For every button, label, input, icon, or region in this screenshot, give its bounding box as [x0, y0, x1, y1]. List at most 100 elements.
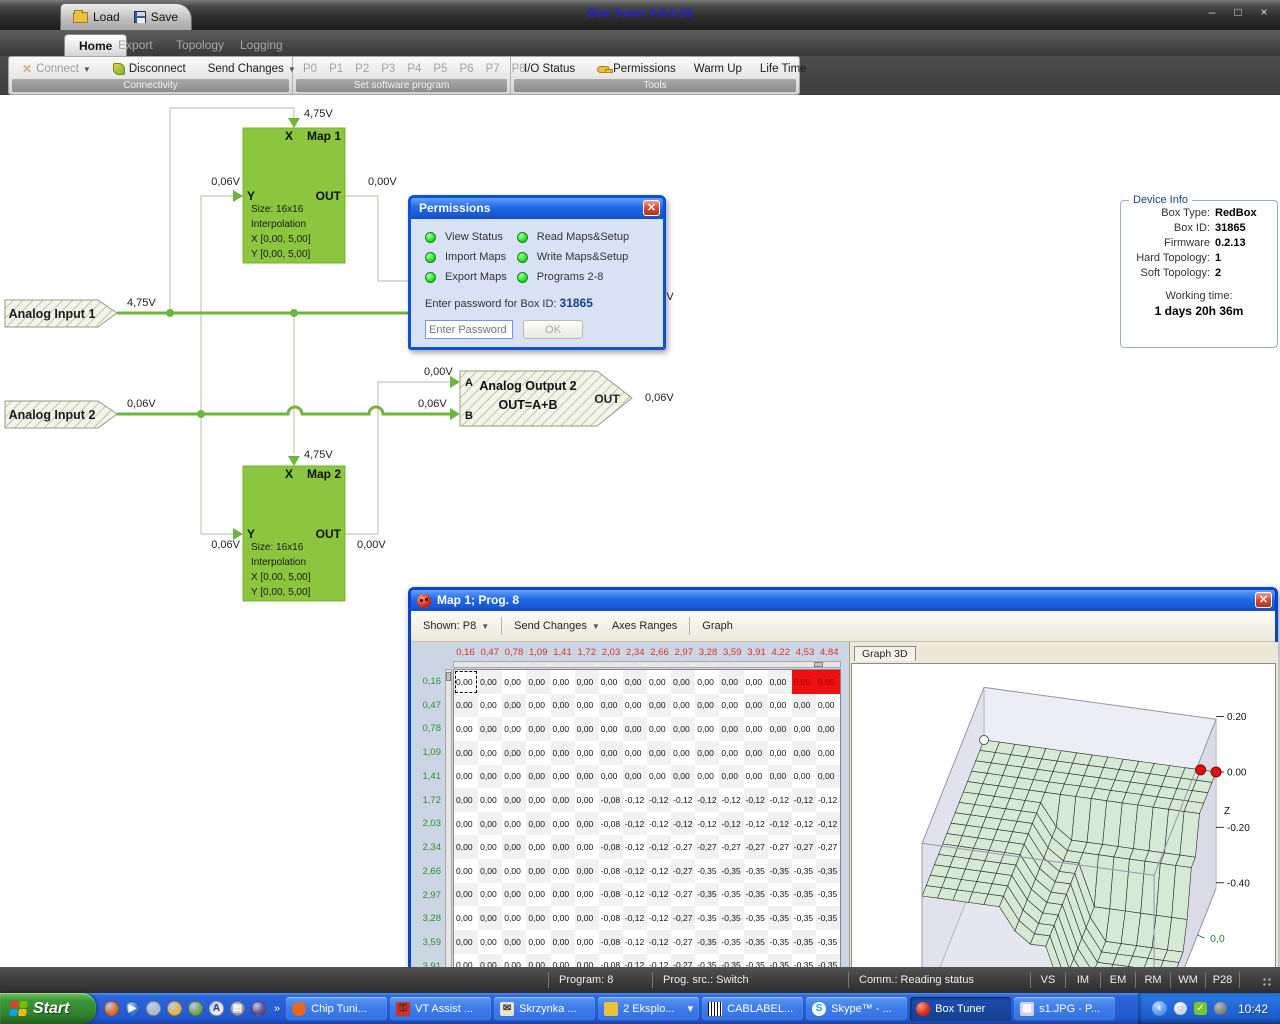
map-cell[interactable]: 0,00 [647, 694, 671, 718]
map-cell[interactable]: -0,12 [744, 788, 768, 812]
map-cell[interactable]: 0,00 [454, 694, 478, 718]
map-cell[interactable]: -0,12 [623, 883, 647, 907]
map-cell[interactable]: 0,00 [551, 812, 575, 836]
program-button-p6[interactable]: P6 [455, 61, 477, 77]
map-cell[interactable]: 0,00 [671, 670, 695, 694]
map-cell[interactable]: 0,00 [526, 812, 550, 836]
warm-up-button[interactable]: Warm Up [687, 61, 749, 77]
shown-program-dropdown[interactable]: Shown: P8▼ [423, 620, 489, 632]
map-cell[interactable]: 0,00 [671, 741, 695, 765]
map-cell[interactable]: -0,12 [816, 812, 840, 836]
map-cell[interactable]: -0,12 [647, 859, 671, 883]
map-cell[interactable]: -0,27 [816, 835, 840, 859]
map-cell[interactable]: 0,00 [599, 717, 623, 741]
map-cell[interactable]: -0,12 [695, 812, 719, 836]
map-cell[interactable]: 0,00 [575, 717, 599, 741]
io-status-button[interactable]: I/O Status [517, 61, 582, 77]
life-time-button[interactable]: Life Time [753, 61, 814, 77]
map-cell[interactable]: 0,00 [647, 741, 671, 765]
task-button-mail[interactable]: ✉Skrzynka ... [494, 997, 595, 1021]
task-button-paint[interactable]: ▦s1.JPG - P... [1014, 997, 1115, 1021]
map-cell[interactable]: 0,00 [744, 694, 768, 718]
map-cell[interactable]: 0,00 [695, 765, 719, 789]
map-cell[interactable]: 0,00 [719, 741, 743, 765]
map-cell[interactable]: -0,12 [744, 812, 768, 836]
map-cell[interactable]: -0,12 [623, 835, 647, 859]
map-cell[interactable]: 0,00 [647, 717, 671, 741]
map-cell[interactable]: -0,35 [695, 859, 719, 883]
map-cell[interactable]: -0,35 [816, 930, 840, 954]
map-cell[interactable]: -0,35 [768, 859, 792, 883]
permissions-dialog-title-bar[interactable]: Permissions ✕ [411, 198, 663, 219]
map-cell[interactable]: 0,00 [454, 741, 478, 765]
map-cell[interactable]: -0,35 [792, 930, 816, 954]
map-cell[interactable]: 0,00 [719, 694, 743, 718]
map-cell[interactable]: 0,00 [551, 741, 575, 765]
map-cell[interactable]: 0,00 [502, 883, 526, 907]
map-cell[interactable]: -0,35 [744, 930, 768, 954]
map-cell[interactable]: 0,00 [695, 670, 719, 694]
map-cell[interactable]: 0,00 [551, 788, 575, 812]
maximize-button[interactable]: □ [1230, 5, 1246, 19]
map-cell[interactable]: -0,27 [671, 835, 695, 859]
map-cell[interactable]: 0,00 [792, 765, 816, 789]
y-position-thumb[interactable] [446, 672, 451, 681]
map-cell[interactable]: -0,12 [768, 812, 792, 836]
map-cell[interactable]: -0,27 [719, 835, 743, 859]
map-cell[interactable]: -0,12 [647, 835, 671, 859]
map-cell[interactable]: -0,12 [768, 788, 792, 812]
map-cell[interactable]: 0,00 [478, 741, 502, 765]
selected-point-marker[interactable] [1196, 765, 1206, 775]
map-cell[interactable]: 0,00 [768, 717, 792, 741]
map-cell[interactable]: 0,00 [526, 835, 550, 859]
map-cell[interactable]: -0,35 [695, 906, 719, 930]
program-button-p7[interactable]: P7 [482, 61, 504, 77]
map-cell[interactable]: 0,00 [744, 741, 768, 765]
map-cell[interactable]: -0,35 [792, 906, 816, 930]
map-cell[interactable]: -0,27 [671, 906, 695, 930]
connect-button[interactable]: ✕ Connect▼ [15, 60, 98, 78]
map-cell[interactable]: 0,00 [478, 788, 502, 812]
map-cell[interactable]: 0,00 [551, 694, 575, 718]
map-cell[interactable]: 0,00 [526, 788, 550, 812]
map-cell[interactable]: -0,12 [719, 812, 743, 836]
disconnect-button[interactable]: Disconnect [106, 61, 193, 77]
axes-ranges-button[interactable]: Axes Ranges [612, 620, 677, 632]
map-cell[interactable]: 0,00 [744, 717, 768, 741]
map-cell[interactable]: 0,00 [478, 883, 502, 907]
map-cell[interactable]: 0,00 [478, 859, 502, 883]
media-player-icon[interactable]: ▶ [125, 1001, 140, 1016]
map-cell[interactable]: 0,00 [478, 906, 502, 930]
map-cell[interactable]: 0,00 [502, 930, 526, 954]
map-cell[interactable]: 0,00 [454, 859, 478, 883]
map-cell[interactable]: -0,12 [792, 812, 816, 836]
map-cell[interactable]: 0,00 [575, 670, 599, 694]
map-cell[interactable]: 0,00 [575, 859, 599, 883]
map-cell[interactable]: -0,27 [671, 883, 695, 907]
map-cell[interactable]: 0,00 [575, 812, 599, 836]
map-cell[interactable]: 0,00 [478, 835, 502, 859]
map-cell[interactable]: 0,00 [454, 906, 478, 930]
status-ok-icon[interactable]: ✓ [1194, 1002, 1207, 1015]
map-cell[interactable]: 0,00 [526, 741, 550, 765]
map-cell[interactable]: 0,00 [454, 788, 478, 812]
map-cell[interactable]: -0,27 [695, 835, 719, 859]
task-button-folder[interactable]: 2 Eksplo...▾ [598, 997, 699, 1021]
map-cell[interactable]: 0,00 [744, 765, 768, 789]
map-cell[interactable]: 0,00 [575, 765, 599, 789]
map-cell[interactable]: -0,35 [719, 930, 743, 954]
map-cell[interactable]: -0,08 [599, 883, 623, 907]
map-cell[interactable]: 0,00 [695, 741, 719, 765]
send-changes-button[interactable]: Send Changes▼ [201, 61, 303, 77]
quick-launch-overflow-icon[interactable]: » [274, 1003, 280, 1015]
map-cell[interactable]: -0,27 [744, 835, 768, 859]
map-cell[interactable]: 0,00 [719, 717, 743, 741]
map-cell[interactable]: 0,00 [599, 694, 623, 718]
map-cell[interactable]: -0,35 [719, 906, 743, 930]
task-button-skype[interactable]: SSkype™ - ... [806, 997, 907, 1021]
map-window-title-bar[interactable]: Map 1; Prog. 8 ✕ [411, 590, 1275, 611]
map-cell[interactable]: 0,00 [478, 812, 502, 836]
map-cell[interactable]: 0,00 [695, 717, 719, 741]
map-cell[interactable]: 0,00 [502, 741, 526, 765]
map-cell[interactable]: -0,12 [647, 906, 671, 930]
